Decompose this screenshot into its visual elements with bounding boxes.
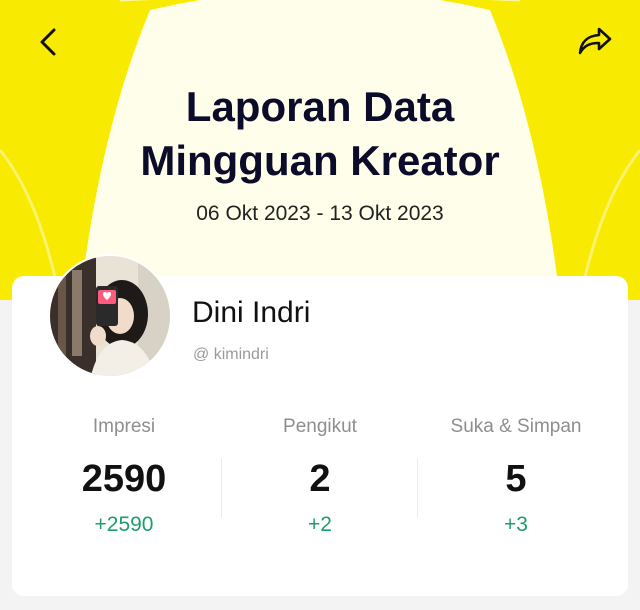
back-button[interactable] — [28, 22, 68, 62]
report-title-line-2: Mingguan Kreator — [140, 137, 500, 184]
report-date-range: 06 Okt 2023 - 13 Okt 2023 — [196, 202, 444, 225]
share-arrow-icon — [578, 27, 612, 55]
profile-stats-card: Dini Indri @ kimindri Impresi 2590 +2590… — [12, 254, 628, 596]
avatar[interactable] — [48, 254, 172, 378]
stat-label: Pengikut — [283, 416, 357, 437]
stat-pengikut: Pengikut 2 +2 — [222, 416, 418, 537]
stat-delta: +3 — [504, 513, 528, 536]
profile-name: Dini Indri — [192, 296, 311, 329]
report-title-line-1: Laporan Data — [185, 83, 455, 130]
stat-value: 2 — [309, 458, 331, 500]
share-button[interactable] — [572, 20, 618, 62]
stat-label: Suka & Simpan — [450, 416, 582, 437]
stat-delta: +2590 — [94, 513, 154, 536]
profile-handle: @ kimindri — [193, 346, 269, 363]
stat-value: 5 — [505, 458, 527, 500]
stat-label: Impresi — [92, 416, 156, 437]
avatar-photo — [50, 256, 170, 376]
stat-value: 2590 — [81, 458, 167, 500]
report-title: Laporan Data Mingguan Kreator — [0, 80, 640, 188]
stat-impresi: Impresi 2590 +2590 — [26, 416, 222, 537]
chevron-left-icon — [40, 28, 56, 56]
stat-delta: +2 — [308, 513, 332, 536]
stat-suka-simpan: Suka & Simpan 5 +3 — [418, 416, 614, 537]
